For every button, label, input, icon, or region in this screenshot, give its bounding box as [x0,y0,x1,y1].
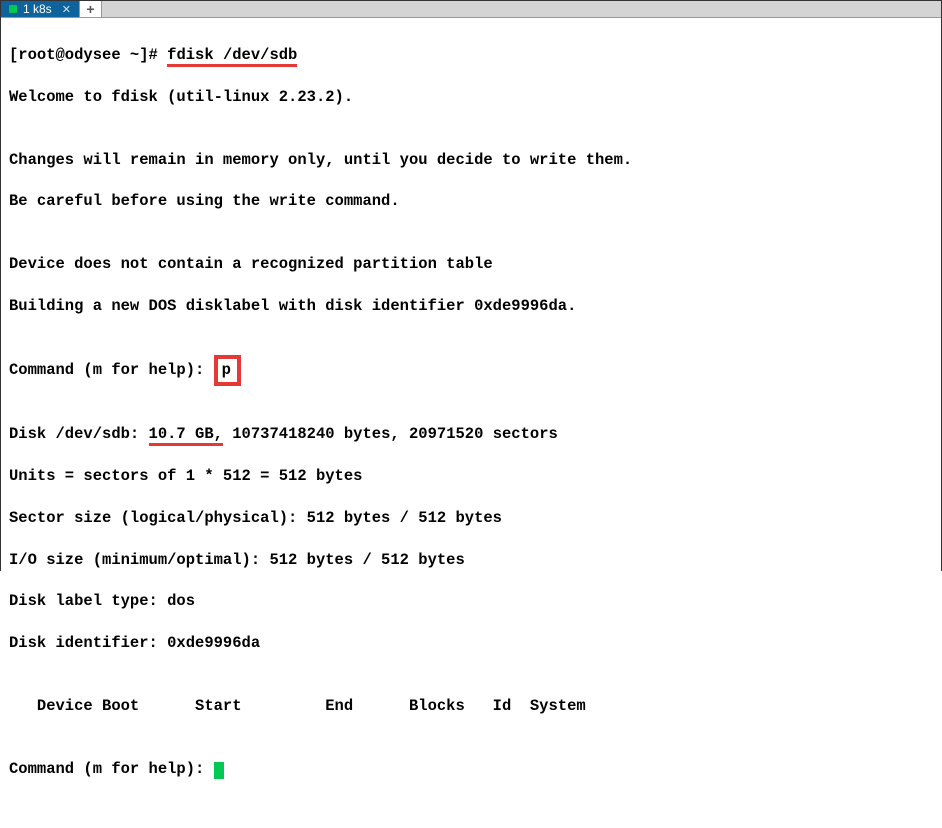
output-line: Welcome to fdisk (util-linux 2.23.2). [9,87,933,108]
output-line: Units = sectors of 1 * 512 = 512 bytes [9,466,933,487]
close-icon[interactable]: ✕ [62,3,71,16]
output-line: Building a new DOS disklabel with disk i… [9,296,933,317]
terminal-output[interactable]: [root@odysee ~]# fdisk /dev/sdb Welcome … [1,18,941,828]
command-text: fdisk /dev/sdb [167,46,297,67]
disk-rest: 10737418240 bytes, 20971520 sectors [223,425,558,443]
tab-1-k8s[interactable]: 1 k8s ✕ [1,1,80,17]
tab-bar: 1 k8s ✕ + [1,1,941,18]
output-line: Sector size (logical/physical): 512 byte… [9,508,933,529]
disk-prefix: Disk /dev/sdb: [9,425,149,443]
output-line: Be careful before using the write comman… [9,191,933,212]
cursor-icon [214,762,224,779]
output-line: Disk identifier: 0xde9996da [9,633,933,654]
plus-icon: + [86,1,94,17]
command-prompt: Command (m for help): [9,361,214,379]
output-line: I/O size (minimum/optimal): 512 bytes / … [9,550,933,571]
tab-label: 1 k8s [23,2,52,16]
status-dot-icon [9,5,17,13]
command-prompt: Command (m for help): [9,760,214,778]
output-line: Device does not contain a recognized par… [9,254,933,275]
new-tab-button[interactable]: + [80,1,102,17]
table-header: Device Boot Start End Blocks Id System [9,696,933,717]
output-line: Changes will remain in memory only, unti… [9,150,933,171]
output-line: Disk label type: dos [9,591,933,612]
prompt: [root@odysee ~]# [9,46,167,64]
terminal-window: 1 k8s ✕ + [root@odysee ~]# fdisk /dev/sd… [0,0,942,571]
disk-size: 10.7 GB, [149,425,223,446]
user-input: p [214,355,241,387]
